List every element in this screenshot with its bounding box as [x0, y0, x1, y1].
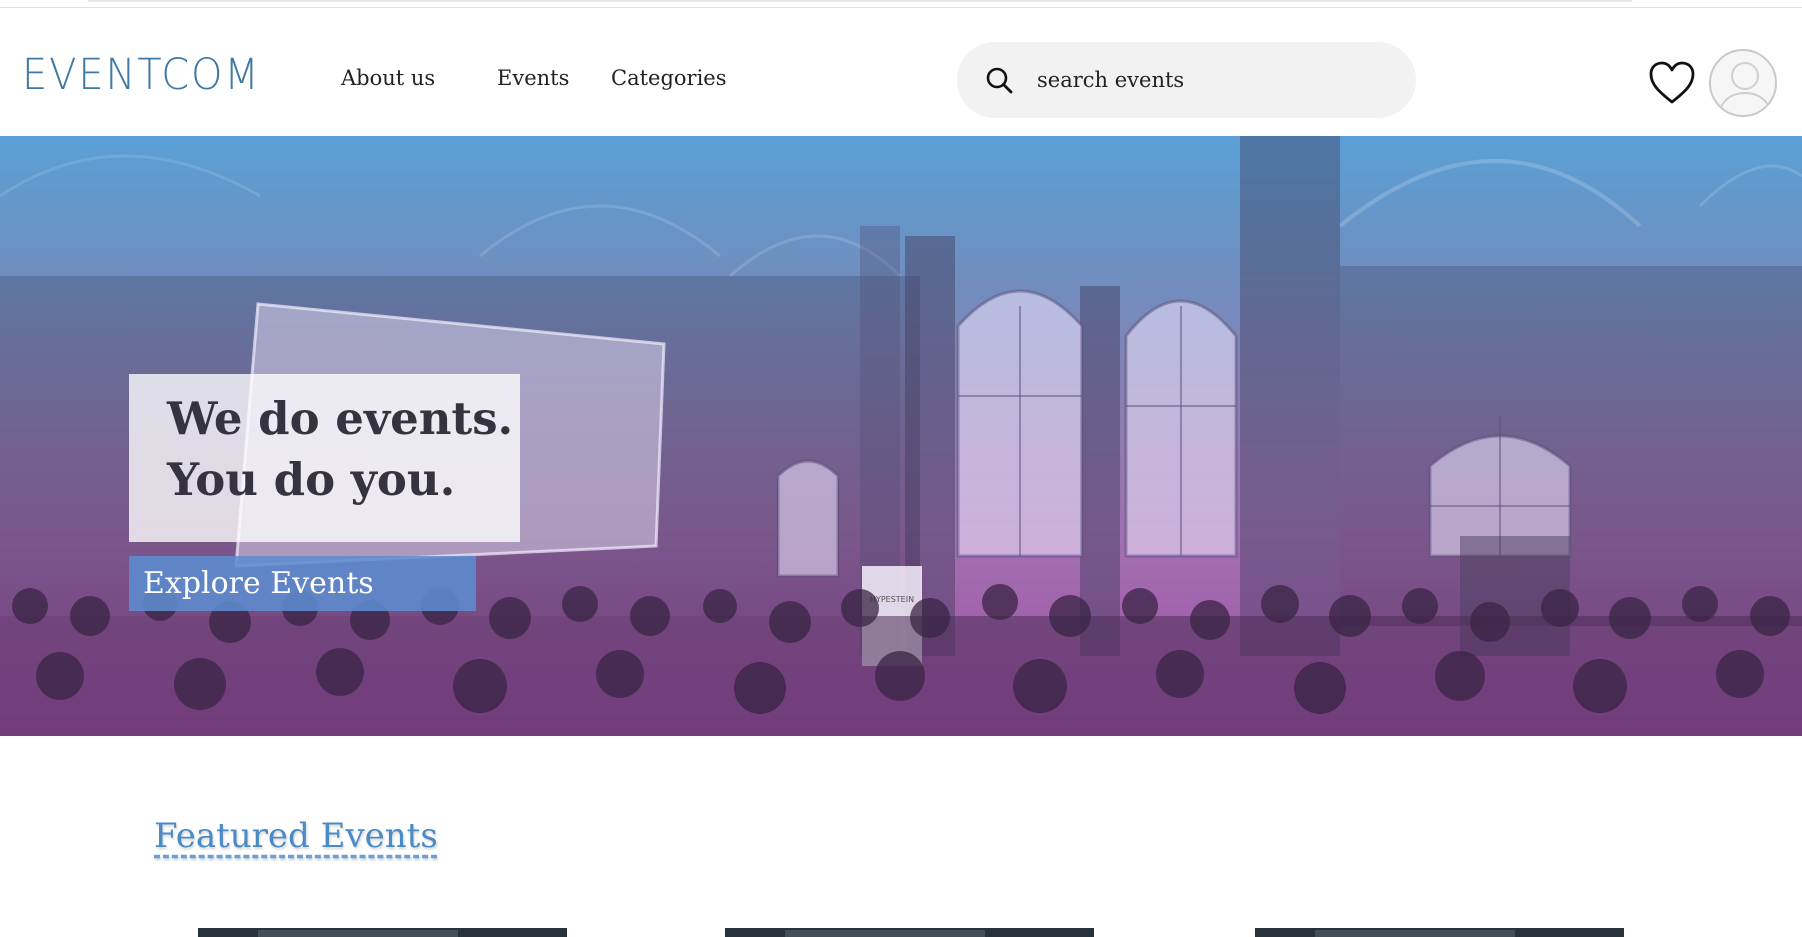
event-card-thumbnail-1[interactable]	[198, 928, 567, 937]
heart-icon[interactable]	[1648, 60, 1696, 106]
nav-categories[interactable]: Categories	[611, 66, 727, 90]
event-card-thumbnail-3[interactable]	[1255, 928, 1624, 937]
nav-events[interactable]: Events	[497, 66, 569, 90]
site-logo[interactable]: EVENTCOM	[22, 54, 261, 97]
search-icon[interactable]	[985, 66, 1013, 94]
featured-events-heading[interactable]: Featured Events	[154, 816, 438, 856]
hero-banner: HYPESTEIN We do events. You do you. Expl…	[0, 136, 1802, 736]
explore-events-button[interactable]: Explore Events	[129, 556, 476, 611]
event-card-thumbnail-2[interactable]	[725, 928, 1094, 937]
hero-headline-card: We do events. You do you.	[129, 374, 520, 542]
site-header: EVENTCOM About us Events Categories	[0, 8, 1802, 136]
user-avatar-icon[interactable]	[1709, 49, 1777, 117]
browser-top-edge	[0, 0, 1802, 8]
hero-headline-line-1: We do events.	[167, 392, 514, 445]
hero-headline-line-2: You do you.	[167, 453, 456, 506]
nav-about-us[interactable]: About us	[341, 66, 435, 90]
search-bar[interactable]	[957, 42, 1416, 118]
search-input[interactable]	[1037, 60, 1387, 100]
